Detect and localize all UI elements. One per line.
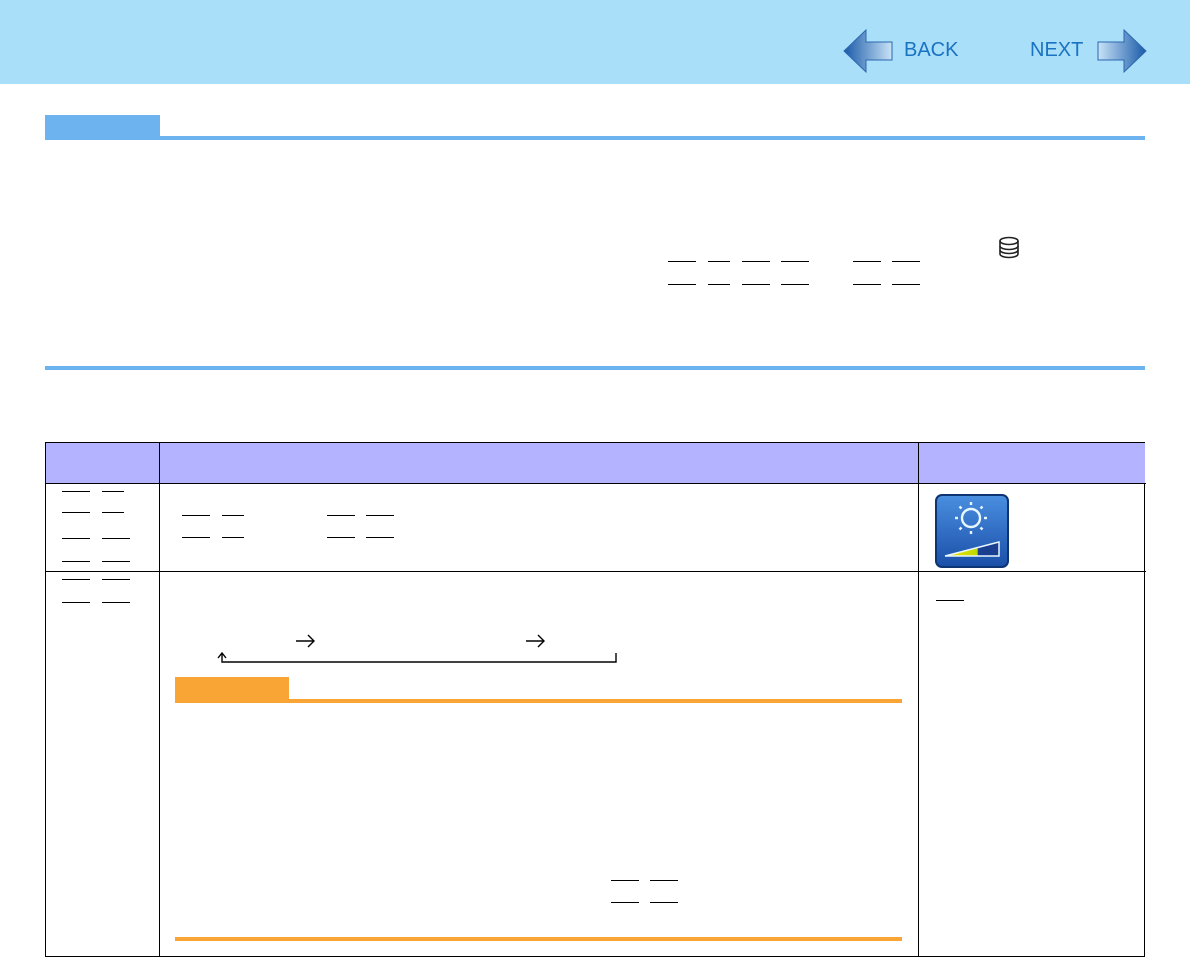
back-label: BACK	[904, 39, 959, 61]
key-mark	[62, 491, 90, 492]
key-mark	[853, 261, 881, 262]
key-mark	[222, 515, 244, 516]
row-divider	[46, 483, 1146, 484]
key-mark	[708, 284, 730, 285]
back-arrow-icon	[843, 28, 893, 74]
caution-rule-bottom	[175, 937, 902, 941]
next-arrow-icon	[1097, 28, 1147, 74]
key-mark	[327, 537, 355, 538]
caution-tab	[175, 677, 289, 699]
key-mark	[102, 538, 130, 539]
header-bar: BACK NEXT	[0, 0, 1190, 84]
key-mark	[781, 261, 809, 262]
key-mark	[611, 902, 639, 903]
key-mark	[102, 579, 130, 580]
key-mark	[742, 284, 770, 285]
next-button[interactable]: NEXT	[1028, 28, 1148, 74]
key-mark	[668, 284, 696, 285]
row-divider	[46, 571, 1146, 572]
key-mark	[708, 261, 730, 262]
key-mark	[668, 261, 696, 262]
key-mark	[611, 880, 639, 881]
hard-disk-icon	[999, 236, 1019, 259]
key-mark	[102, 602, 130, 603]
key-mark	[62, 538, 90, 539]
caution-rule	[175, 699, 902, 703]
key-mark	[892, 261, 920, 262]
back-button[interactable]: BACK	[842, 28, 972, 74]
key-mark	[892, 284, 920, 285]
key-mark	[62, 512, 90, 513]
key-mark	[366, 515, 394, 516]
key-mark	[742, 261, 770, 262]
key-mark	[102, 512, 124, 513]
key-mark	[62, 579, 90, 580]
column-divider	[159, 443, 160, 957]
table-header-cell	[919, 443, 1145, 483]
key-mark	[853, 284, 881, 285]
section-divider	[45, 366, 1145, 370]
key-mark	[102, 561, 130, 562]
key-mark	[222, 537, 244, 538]
key-mark	[62, 561, 90, 562]
table-header-cell	[160, 443, 918, 483]
key-mark	[650, 902, 678, 903]
key-mark	[62, 602, 90, 603]
key-mark	[650, 880, 678, 881]
column-divider	[918, 443, 919, 957]
key-mark	[182, 537, 210, 538]
key-mark	[936, 600, 964, 601]
key-mark	[327, 515, 355, 516]
key-mark	[781, 284, 809, 285]
table-header-cell	[46, 443, 159, 483]
key-mark	[102, 491, 124, 492]
key-mark	[182, 515, 210, 516]
cycle-diagram	[217, 634, 617, 663]
note-tab	[45, 115, 160, 136]
brightness-icon	[935, 494, 1009, 568]
note-rule	[45, 136, 1145, 140]
key-mark	[366, 537, 394, 538]
next-label: NEXT	[1030, 39, 1084, 61]
